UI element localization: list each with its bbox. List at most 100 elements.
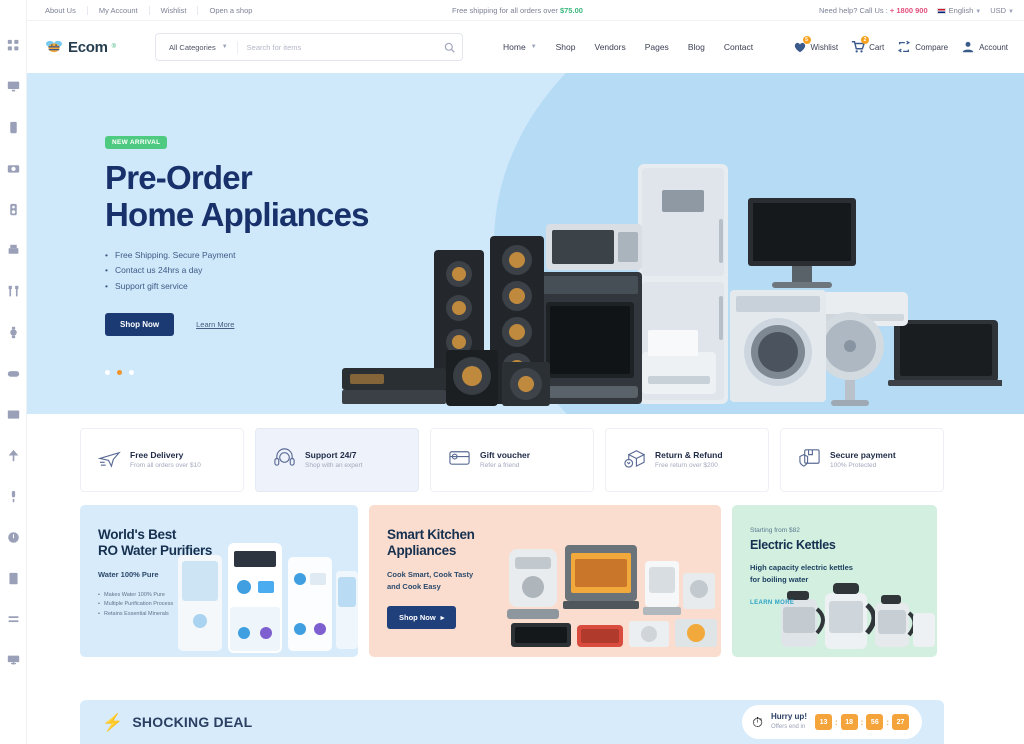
hero-shop-now-button[interactable]: Shop Now xyxy=(105,313,175,337)
promo1-bullet: Retains Essential Minerals xyxy=(98,610,358,620)
book-icon[interactable] xyxy=(0,565,27,592)
account-button[interactable]: Account xyxy=(961,40,1008,54)
hero-bullet: Free Shipping. Secure Payment xyxy=(105,248,369,264)
search-bar[interactable]: All Categories ▼ xyxy=(155,33,463,61)
promo2-subtitle: Cook Smart, Cook Tasty and Cook Easy xyxy=(387,569,721,593)
mic-icon[interactable] xyxy=(0,483,27,510)
currency-selector[interactable]: USD ▼ xyxy=(990,6,1014,15)
promo-banner-water-purifiers[interactable]: World's Best RO Water Purifiers Water 10… xyxy=(80,505,358,657)
promo3-content: Starting from $82 Electric Kettles High … xyxy=(732,505,937,609)
tv-icon[interactable] xyxy=(0,401,27,428)
promo-banner-smart-kitchen[interactable]: Smart Kitchen Appliances Cook Smart, Coo… xyxy=(369,505,721,657)
topbar-link-my-account[interactable]: My Account xyxy=(88,5,150,15)
clock-icon[interactable] xyxy=(0,524,27,551)
countdown-days: 13 xyxy=(814,714,832,730)
chevron-down-icon: ▼ xyxy=(221,44,228,50)
services-row: Free Delivery From all orders over $10 S… xyxy=(80,428,944,492)
user-icon xyxy=(961,40,975,54)
logo-registered-mark: ® xyxy=(111,44,117,50)
hero-title-line1: Pre-Order xyxy=(105,159,253,196)
promo-banners-row: World's Best RO Water Purifiers Water 10… xyxy=(80,505,944,657)
promo1-bullet: Multiple Purification Process xyxy=(98,600,358,610)
phone-icon[interactable] xyxy=(0,114,27,141)
hero-cta-group: Shop Now Learn More xyxy=(105,313,369,337)
compare-button[interactable]: Compare xyxy=(897,40,948,54)
bee-logo-icon xyxy=(44,39,64,55)
slider-dot-1[interactable] xyxy=(105,370,110,376)
promo2-subtitle-line2: and Cook Easy xyxy=(387,581,441,591)
promo2-shop-now-button[interactable]: Shop Now ▸ xyxy=(387,605,457,629)
speaker-icon[interactable] xyxy=(0,196,27,223)
slider-dot-2-active[interactable] xyxy=(117,370,122,376)
search-button[interactable] xyxy=(436,34,462,60)
language-selector[interactable]: English ▼ xyxy=(936,5,981,15)
topbar-link-open-a-shop[interactable]: Open a shop xyxy=(198,6,263,15)
topbar-links: About Us My Account Wishlist Open a shop xyxy=(34,5,263,15)
offers-end-label: Offers end in xyxy=(770,724,806,730)
headset-icon xyxy=(273,446,296,474)
category-dropdown[interactable]: All Categories ▼ xyxy=(156,40,238,54)
free-shipping-amount: $75.00 xyxy=(559,5,583,15)
cart-button[interactable]: 2 Cart xyxy=(851,36,885,54)
flag-icon xyxy=(936,7,946,14)
nav-item-contact[interactable]: Contact xyxy=(724,42,753,52)
hero-slider-dots[interactable] xyxy=(105,370,369,376)
service-card-gift-voucher[interactable]: Gift voucher Refer a friend xyxy=(430,428,594,492)
service-subtitle: Refer a friend xyxy=(480,462,520,469)
category-icon-rail[interactable] xyxy=(0,0,27,744)
help-label: Need help? Call Us : xyxy=(819,5,890,15)
watch-icon[interactable] xyxy=(0,319,27,346)
nav-item-blog[interactable]: Blog xyxy=(688,42,705,52)
camera-icon[interactable] xyxy=(0,155,27,182)
stopwatch-icon: ⏱ xyxy=(752,713,763,730)
hero-learn-more-link[interactable]: Learn More xyxy=(196,320,234,329)
promo-banner-electric-kettles[interactable]: Starting from $82 Electric Kettles High … xyxy=(732,505,937,657)
monitor-icon[interactable] xyxy=(0,73,27,100)
promo1-title-line1: World's Best xyxy=(98,527,177,542)
topbar-link-about-us[interactable]: About Us xyxy=(34,5,88,15)
gamepad-icon[interactable] xyxy=(0,360,27,387)
shocking-deal-section: ⚡ SHOCKING DEAL ⏱ Hurry up! Offers end i… xyxy=(80,700,944,744)
language-label: English xyxy=(948,5,974,15)
promo3-subtitle-line2: for boiling water xyxy=(750,575,809,585)
promo3-subtitle-line1: High capacity electric kettles xyxy=(750,563,853,573)
hero-bullet-list: Free Shipping. Secure Payment Contact us… xyxy=(105,248,369,295)
service-card-free-delivery[interactable]: Free Delivery From all orders over $10 xyxy=(80,428,244,492)
service-card-secure-payment[interactable]: Secure payment 100% Protected xyxy=(780,428,944,492)
service-card-support[interactable]: Support 24/7 Shop with an expert xyxy=(255,428,419,492)
grid-icon[interactable] xyxy=(0,32,27,59)
tools-icon[interactable] xyxy=(0,278,27,305)
hero-content: NEW ARRIVAL Pre-Order Home Appliances Fr… xyxy=(105,131,369,376)
shield-box-icon xyxy=(798,446,821,474)
search-input[interactable] xyxy=(237,42,436,52)
slider-dot-3[interactable] xyxy=(129,370,134,376)
list-icon[interactable] xyxy=(0,606,27,633)
wishlist-button[interactable]: 5 Wishlist xyxy=(793,36,838,54)
nav-item-vendors[interactable]: Vendors xyxy=(595,42,626,52)
hero-bullet: Support gift service xyxy=(105,279,369,295)
lamp-icon[interactable] xyxy=(0,442,27,469)
service-card-return-refund[interactable]: Return & Refund Free return over $200 xyxy=(605,428,769,492)
cart-label: Cart xyxy=(869,42,885,52)
service-subtitle: Shop with an expert xyxy=(305,462,363,469)
printer-icon[interactable] xyxy=(0,237,27,264)
nav-item-shop[interactable]: Shop xyxy=(556,42,576,52)
desktop-icon[interactable] xyxy=(0,647,27,674)
service-title: Gift voucher xyxy=(480,450,531,460)
countdown-separator: : xyxy=(886,717,889,727)
shocking-deal-title: SHOCKING DEAL xyxy=(132,714,253,730)
logo[interactable]: Ecom ® xyxy=(44,39,139,56)
search-icon xyxy=(444,42,455,53)
header-actions: 5 Wishlist 2 Cart Compare Account xyxy=(793,36,1008,54)
cart-icon: 2 xyxy=(851,36,870,54)
nav-item-home[interactable]: Home ▼ xyxy=(503,42,537,52)
promo3-learn-more-link[interactable]: LEARN MORE xyxy=(750,600,794,606)
topbar-link-wishlist[interactable]: Wishlist xyxy=(150,5,199,15)
service-title: Secure payment xyxy=(830,450,896,460)
hero-title-line2: Home Appliances xyxy=(105,195,369,233)
deal-countdown: ⏱ Hurry up! Offers end in 13 : 18 : 56 :… xyxy=(742,705,922,739)
topbar-right-group: Need help? Call Us : + 1800 900 English ▼… xyxy=(819,6,1014,15)
promo2-subtitle-line1: Cook Smart, Cook Tasty xyxy=(387,569,474,579)
promo2-button-label: Shop Now xyxy=(399,612,436,622)
nav-item-pages[interactable]: Pages xyxy=(645,42,669,52)
